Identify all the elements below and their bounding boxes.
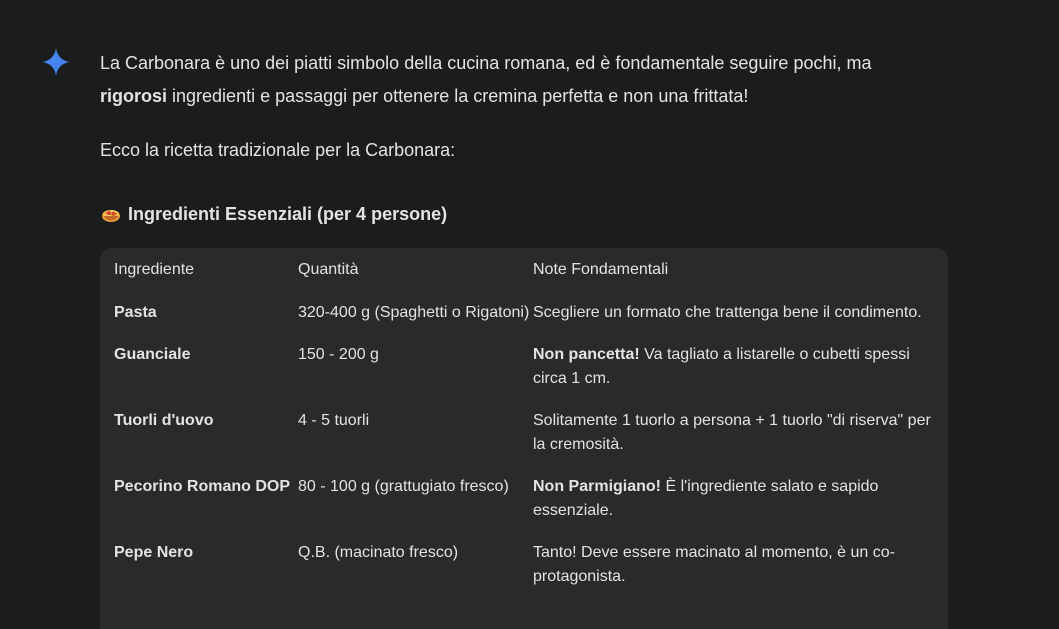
ingredients-table: Ingrediente Quantità Note Fondamentali P… [114, 248, 934, 598]
header-quantity: Quantità [298, 261, 359, 278]
note-cell: Scegliere un formato che trattenga bene … [533, 292, 934, 334]
note-cell: Solitamente 1 tuorlo a persona + 1 tuorl… [533, 400, 934, 466]
ingredient-cell: Pepe Nero [114, 544, 194, 561]
ingredient-cell: Tuorli d'uovo [114, 412, 214, 429]
gemini-sparkle-icon [42, 48, 70, 76]
note-cell: Non Parmigiano! È l'ingrediente salato e… [533, 466, 934, 532]
note-text: Scegliere un formato che trattenga bene … [533, 304, 922, 321]
quantity-cell: Q.B. (macinato fresco) [298, 544, 459, 561]
ingredient-cell: Guanciale [114, 346, 191, 363]
table-header-row: Ingrediente Quantità Note Fondamentali [114, 248, 934, 292]
note-cell: Tanto! Deve essere macinato al momento, … [533, 532, 934, 598]
recipe-intro: Ecco la ricetta tradizionale per la Carb… [100, 140, 456, 160]
pasta-bowl-icon [102, 210, 120, 222]
note-text: Tanto! Deve essere macinato al momento, … [533, 544, 895, 585]
table-row: Tuorli d'uovo 4 - 5 tuorli Solitamente 1… [114, 400, 934, 466]
header-notes: Note Fondamentali [533, 261, 669, 278]
ingredients-table-container: Ingrediente Quantità Note Fondamentali P… [100, 248, 948, 629]
intro-line2: ingredienti e passaggi per ottenere la c… [167, 86, 749, 106]
table-row: Pepe Nero Q.B. (macinato fresco) Tanto! … [114, 532, 934, 598]
intro-paragraph: La Carbonara è uno dei piatti simbolo de… [100, 47, 960, 113]
chat-response: La Carbonara è uno dei piatti simbolo de… [0, 0, 1059, 629]
table-row: Guanciale 150 - 200 g Non pancetta! Va t… [114, 334, 934, 400]
quantity-cell: 320-400 g (Spaghetti o Rigatoni) [298, 304, 530, 321]
intro-bold-word: rigorosi [100, 86, 168, 106]
intro-line1: La Carbonara è uno dei piatti simbolo de… [100, 53, 872, 73]
ingredient-cell: Pasta [114, 304, 157, 321]
quantity-cell: 80 - 100 g (grattugiato fresco) [298, 478, 509, 495]
section-heading: Ingredienti Essenziali (per 4 persone) [100, 200, 447, 228]
ingredient-cell: Pecorino Romano DOP [114, 478, 291, 495]
note-bold: Non pancetta! [533, 346, 640, 363]
quantity-cell: 4 - 5 tuorli [298, 412, 370, 429]
note-cell: Non pancetta! Va tagliato a listarelle o… [533, 334, 934, 400]
note-text: Solitamente 1 tuorlo a persona + 1 tuorl… [533, 412, 931, 453]
note-bold: Non Parmigiano! [533, 478, 662, 495]
section-title: Ingredienti Essenziali (per 4 persone) [128, 204, 448, 224]
quantity-cell: 150 - 200 g [298, 346, 379, 363]
table-row: Pecorino Romano DOP 80 - 100 g (grattugi… [114, 466, 934, 532]
header-ingredient: Ingrediente [114, 261, 195, 278]
table-row: Pasta 320-400 g (Spaghetti o Rigatoni) S… [114, 292, 934, 334]
